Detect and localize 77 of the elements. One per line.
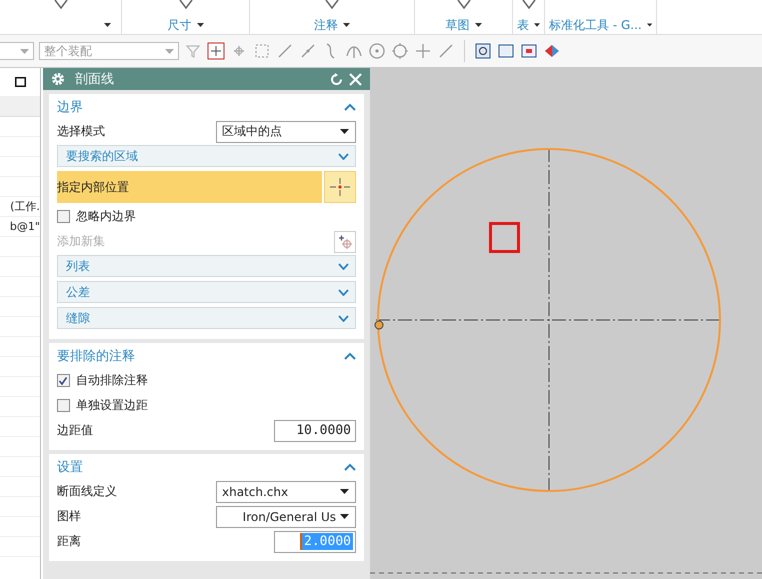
caret-icon <box>340 129 349 134</box>
window-icon[interactable] <box>520 42 538 60</box>
view-icon[interactable] <box>474 42 492 60</box>
select-dropdown[interactable]: xhatch.chx <box>216 480 356 502</box>
checkbox[interactable] <box>56 210 70 223</box>
toolbar-icon[interactable] <box>324 0 340 10</box>
field-label: 选择模式 <box>56 123 105 140</box>
render-icon[interactable] <box>543 42 561 60</box>
section-title[interactable]: 要排除的注释 <box>56 347 135 365</box>
toolbar-icon[interactable] <box>52 0 68 10</box>
field-label: 断面线定义 <box>56 483 117 500</box>
caret-icon[interactable] <box>646 23 652 27</box>
maximize-icon[interactable] <box>14 77 26 87</box>
caret-icon[interactable] <box>534 23 540 27</box>
line-icon[interactable] <box>299 42 317 60</box>
add-crosshair-icon <box>337 234 353 250</box>
subgroup-header[interactable]: 列表 <box>56 255 356 277</box>
caret-icon[interactable] <box>343 23 350 27</box>
filter-dropdown[interactable] <box>0 42 34 60</box>
checkbox[interactable] <box>56 374 70 387</box>
checkbox[interactable] <box>56 399 70 412</box>
crosshair-icon <box>328 176 352 198</box>
checkbox-label: 自动排除注释 <box>76 372 148 389</box>
checkbox-label: 单独设置边距 <box>76 397 148 414</box>
circle-icon[interactable] <box>391 42 409 60</box>
ribbon-group-label: 注释 <box>314 16 338 34</box>
dialog-title: 剖面线 <box>74 71 114 88</box>
ribbon-group-label: 尺寸 <box>168 16 192 34</box>
point-marker-icon <box>374 320 384 330</box>
toolbar-icon[interactable] <box>520 0 536 10</box>
select-rectangle-icon[interactable] <box>253 42 271 60</box>
caret-icon <box>20 48 29 54</box>
subgroup-header[interactable]: 公差 <box>56 281 356 303</box>
close-icon[interactable] <box>349 72 362 86</box>
add-set-button[interactable] <box>334 230 356 252</box>
field-label: 图样 <box>56 508 81 525</box>
line-icon[interactable] <box>437 42 455 60</box>
field-label: 距离 <box>56 533 81 550</box>
ribbon-group-label: 草图 <box>446 16 470 34</box>
field-label: 边距值 <box>56 422 93 439</box>
select-dropdown[interactable]: 区域中的点 <box>216 120 356 142</box>
chevron-icon[interactable] <box>344 103 356 111</box>
ribbon-group-label: 表 <box>517 16 529 34</box>
window-icon[interactable] <box>497 42 515 60</box>
caret-icon[interactable] <box>474 23 482 27</box>
subgroup-header[interactable]: 要搜索的区域 <box>56 145 356 167</box>
section-title[interactable]: 设置 <box>56 458 83 476</box>
table-header <box>0 96 40 117</box>
gear-icon <box>50 72 65 86</box>
caret-icon <box>165 48 174 54</box>
caret-icon[interactable] <box>104 23 111 27</box>
section-title[interactable]: 边界 <box>56 98 83 116</box>
point-pick-button[interactable] <box>324 171 356 203</box>
caret-icon[interactable] <box>196 23 204 27</box>
circle-center-icon[interactable] <box>368 42 386 60</box>
caret-icon <box>340 489 349 494</box>
line-icon[interactable] <box>276 42 294 60</box>
pick-point-row[interactable]: 指定内部位置 <box>56 171 322 203</box>
table-row[interactable]: b@1" <box>0 217 40 237</box>
toolbar-icon[interactable] <box>178 0 194 10</box>
selection-square <box>489 222 520 253</box>
number-field[interactable]: 2.0000 <box>274 530 356 552</box>
reset-icon[interactable] <box>330 72 343 86</box>
checkbox-label: 忽略内边界 <box>76 208 136 225</box>
toolbar-icon[interactable] <box>456 0 472 10</box>
move-icon[interactable] <box>207 42 225 60</box>
chevron-icon[interactable] <box>344 463 356 471</box>
number-field[interactable]: 10.0000 <box>274 420 356 442</box>
chevron-icon[interactable] <box>344 352 356 360</box>
ribbon-group-label: 标准化工具 - G... <box>549 16 642 34</box>
plus-icon[interactable] <box>414 42 432 60</box>
table-row[interactable]: (工作. <box>0 197 40 217</box>
caret-icon <box>340 514 349 519</box>
assembly-dropdown[interactable]: 整个装配 <box>39 42 179 60</box>
add-set-label: 添加新集 <box>56 233 105 250</box>
subgroup-header[interactable]: 缝隙 <box>56 307 356 329</box>
select-dropdown[interactable]: Iron/General Us <box>216 506 356 528</box>
